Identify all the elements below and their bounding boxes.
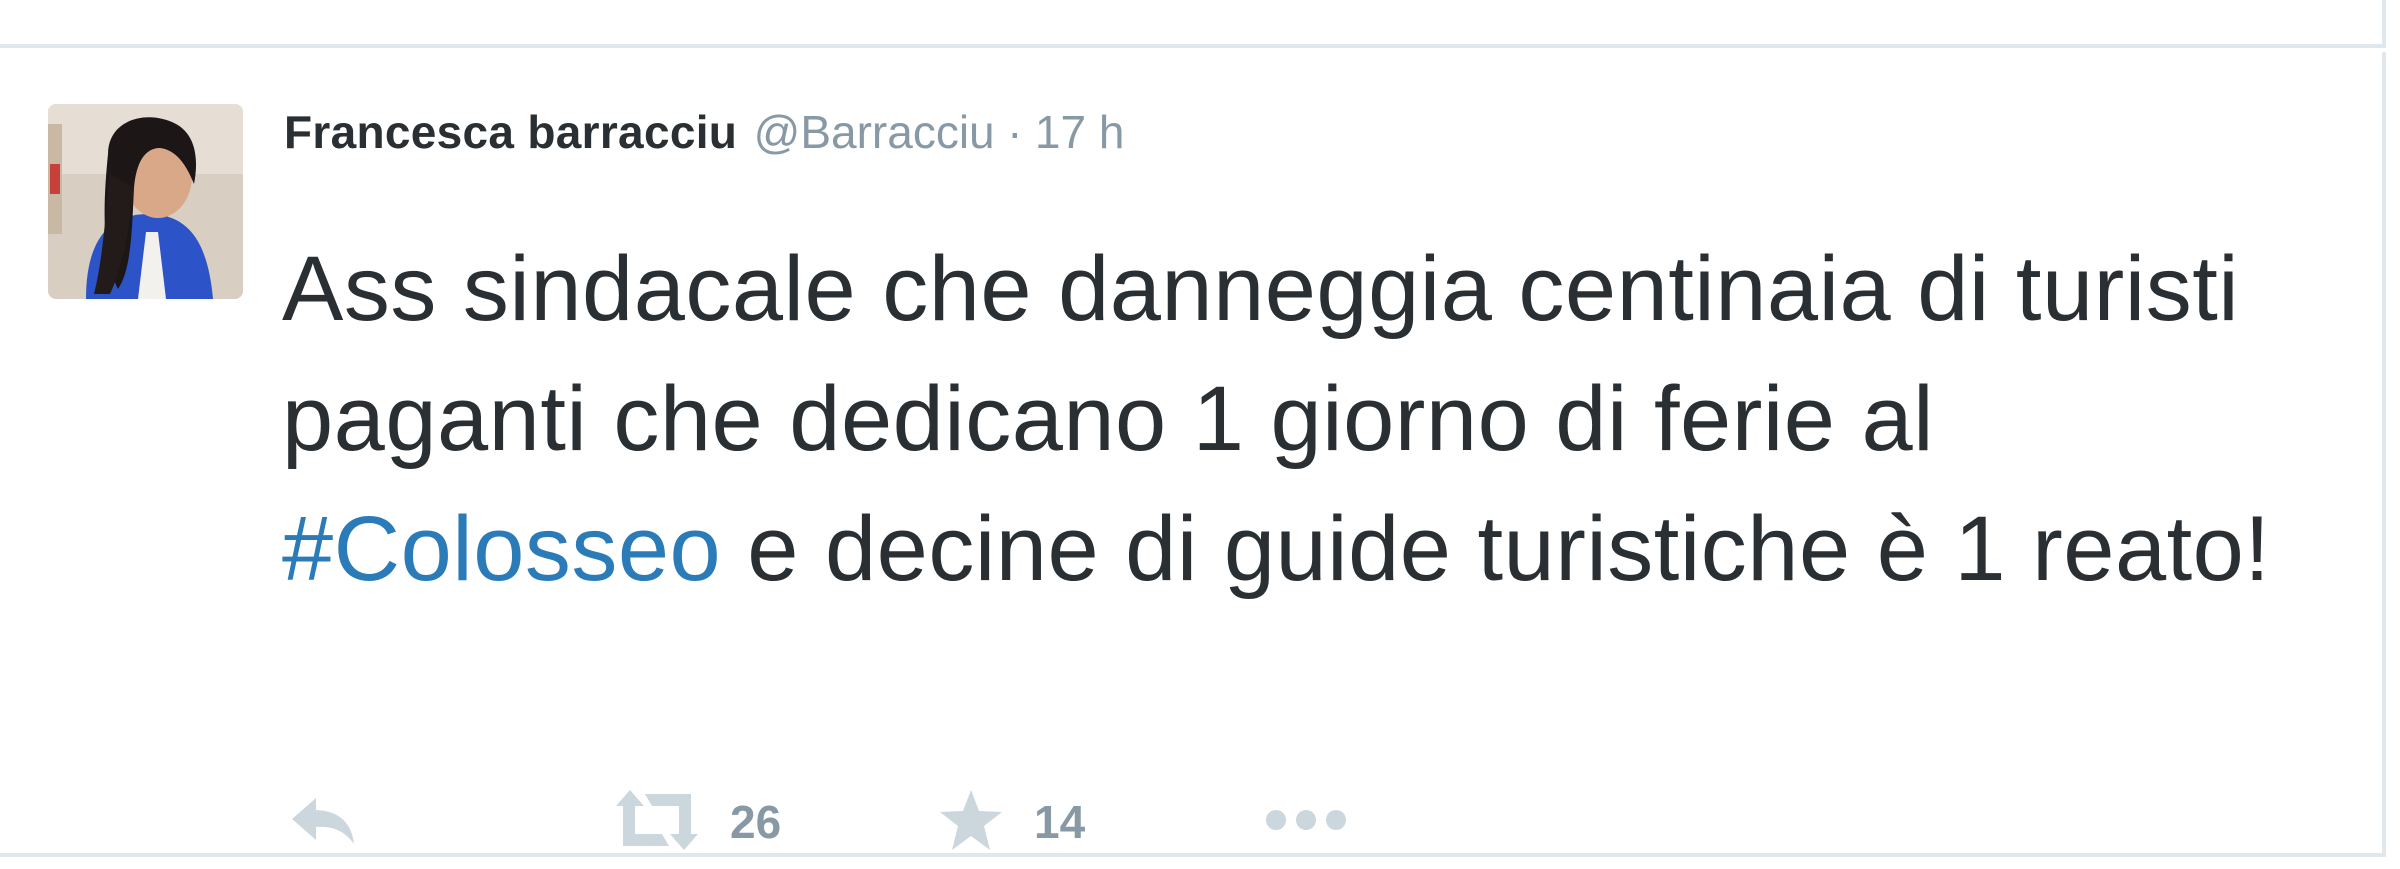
tweet-timestamp[interactable]: 17 h (1035, 106, 1125, 158)
retweet-icon (614, 788, 700, 857)
page: Francesca barracciu @Barracciu · 17 h As… (0, 0, 2400, 869)
reply-icon (288, 792, 358, 853)
hashtag-link[interactable]: #Colosseo (282, 498, 721, 600)
more-dots-icon (1264, 805, 1348, 840)
avatar[interactable] (48, 104, 243, 299)
reply-button[interactable] (288, 782, 358, 862)
tweet-text: Ass sindacale che danneggia centinaia di… (282, 224, 2352, 614)
author-username[interactable]: @Barracciu (754, 106, 995, 158)
tweet-text-part1: Ass sindacale che danneggia centinaia di… (282, 238, 2240, 470)
tweet-card[interactable]: Francesca barracciu @Barracciu · 17 h As… (0, 52, 2386, 857)
tweet-text-part2: e decine di guide turistiche è 1 reato! (721, 498, 2271, 600)
header-separator: · (1007, 106, 1023, 158)
tweet-header: Francesca barracciu @Barracciu · 17 h (284, 98, 1124, 178)
more-button[interactable] (1264, 782, 1348, 862)
retweet-count: 26 (730, 796, 782, 848)
star-icon (938, 788, 1004, 857)
previous-tweet-edge (0, 0, 2386, 48)
author-fullname[interactable]: Francesca barracciu (284, 106, 737, 158)
favorite-count: 14 (1034, 796, 1086, 848)
favorite-button[interactable]: 14 (938, 782, 1085, 862)
retweet-button[interactable]: 26 (614, 782, 781, 862)
